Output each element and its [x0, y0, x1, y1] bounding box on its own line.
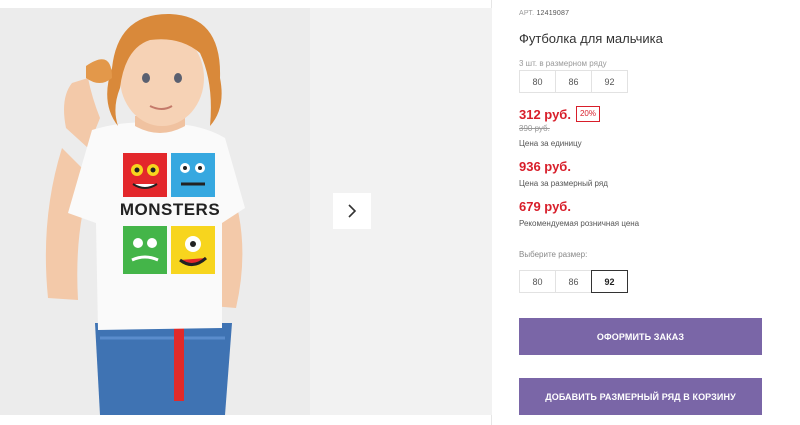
- pack-size-92: 92: [591, 70, 628, 93]
- size-option-86[interactable]: 86: [555, 270, 592, 293]
- retail-price-label: Рекомендуемая розничная цена: [519, 219, 640, 228]
- current-price: 312 руб.: [519, 106, 571, 122]
- row-price-label: Цена за размерный ряд: [519, 179, 608, 188]
- price-row: 312 руб. 20%: [519, 106, 600, 122]
- row-price: 936 руб.: [519, 159, 571, 174]
- article-number: АРТ. 12419087: [519, 10, 569, 17]
- order-button[interactable]: ОФОРМИТЬ ЗАКАЗ: [519, 318, 762, 355]
- chevron-right-icon: [348, 204, 357, 218]
- product-photo[interactable]: MONSTERS: [0, 8, 310, 415]
- size-option-92[interactable]: 92: [591, 270, 628, 293]
- product-gallery: MONSTERS: [0, 0, 492, 425]
- pack-sizes: 80 86 92: [519, 70, 628, 93]
- add-to-cart-button[interactable]: ДОБАВИТЬ РАЗМЕРНЫЙ РЯД В КОРЗИНУ: [519, 378, 762, 415]
- discount-badge: 20%: [575, 106, 600, 122]
- choose-size-label: Выберите размер:: [519, 250, 588, 259]
- article-value: 12419087: [536, 10, 570, 17]
- next-photo-button[interactable]: [333, 193, 371, 229]
- old-price: 390 руб.: [519, 124, 550, 133]
- pack-size-86: 86: [555, 70, 592, 93]
- pack-info: 3 шт. в размерном ряду: [519, 59, 607, 68]
- unit-price-label: Цена за единицу: [519, 139, 582, 148]
- pack-size-80: 80: [519, 70, 556, 93]
- size-option-80[interactable]: 80: [519, 270, 556, 293]
- product-title: Футболка для мальчика: [519, 31, 663, 46]
- size-selector: 80 86 92: [519, 270, 628, 293]
- article-label: АРТ.: [519, 10, 535, 17]
- print-text: MONSTERS: [119, 200, 221, 219]
- retail-price: 679 руб.: [519, 199, 571, 214]
